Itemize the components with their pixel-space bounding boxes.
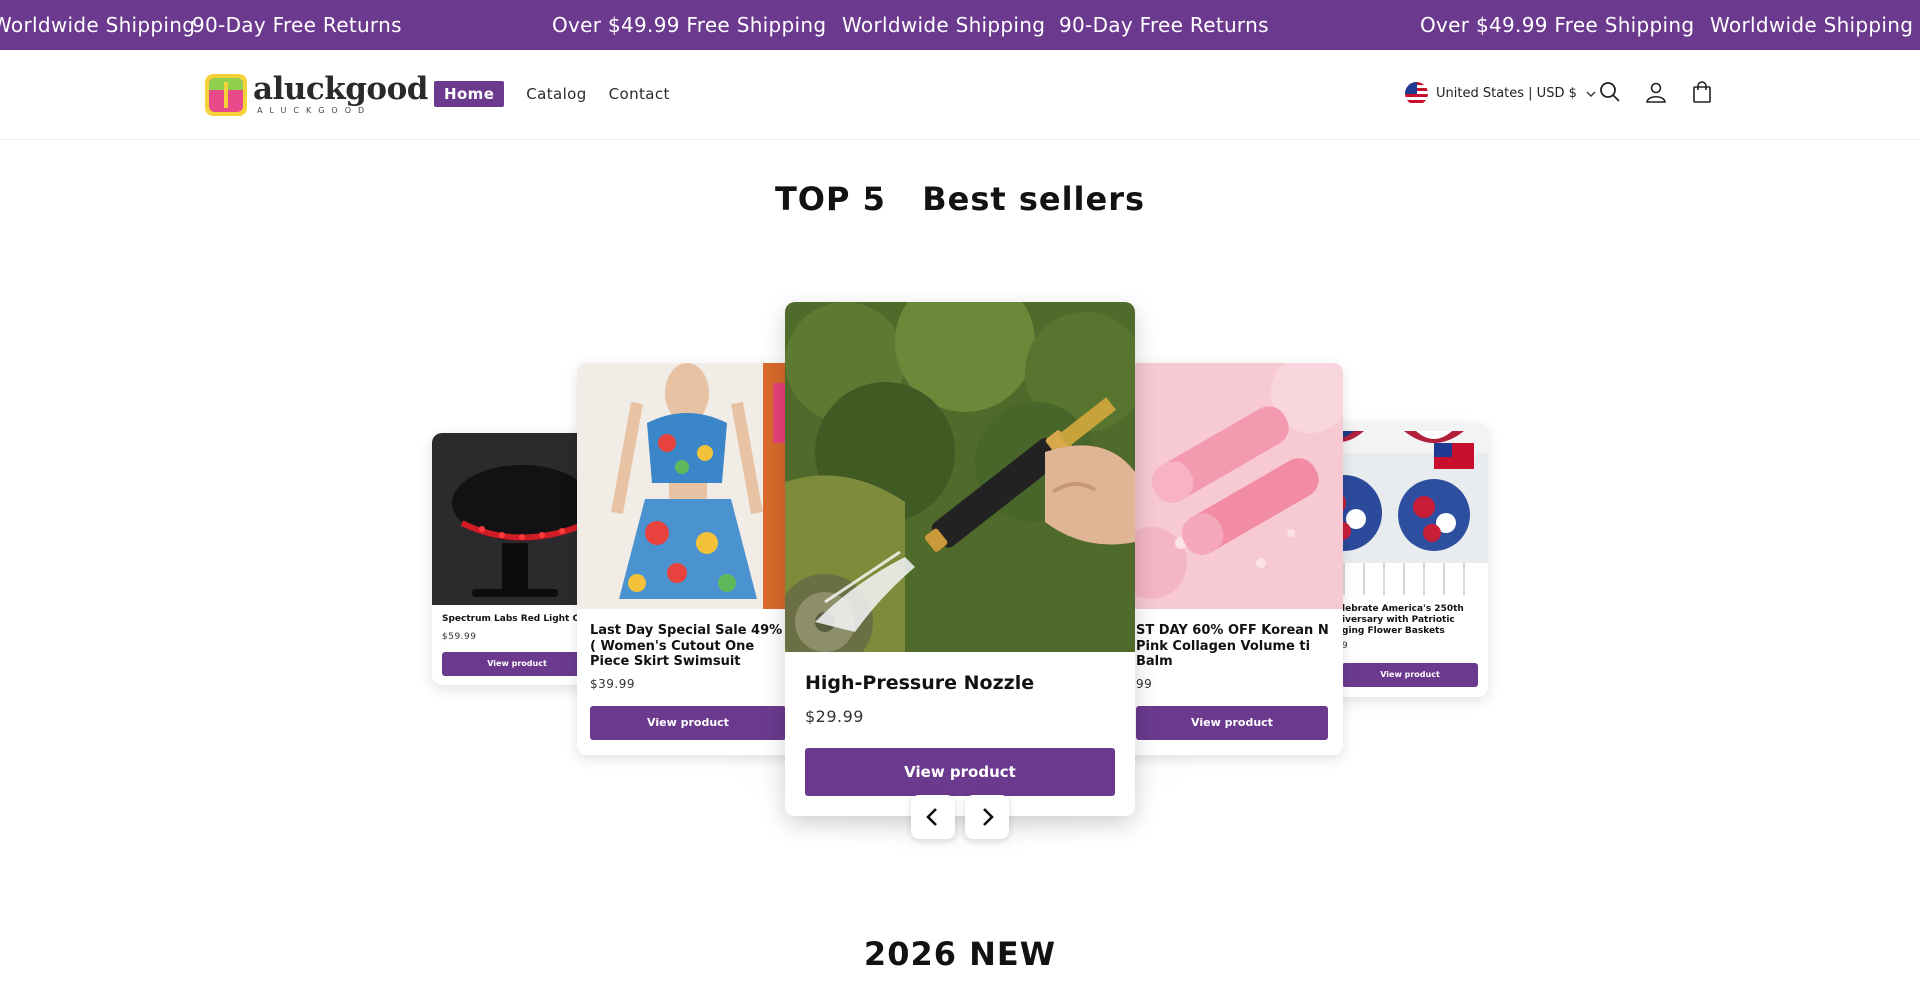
search-icon[interactable] [1598,80,1622,104]
new-section-title: 2026 NEW [863,935,1057,973]
announcement-bar: Worldwide Shipping 90-Day Free Returns O… [0,0,1920,50]
announcement-message: Worldwide Shipping [1710,13,1914,37]
nav-home[interactable]: Home [434,81,505,107]
cart-icon[interactable] [1690,80,1714,104]
locale-label: United States | USD $ [1436,86,1577,101]
carousel-prev-button[interactable] [911,795,955,839]
country-currency-selector[interactable]: United States | USD $ [1405,82,1597,105]
main-nav: Home Catalog Contact [434,81,670,107]
logo-wordmark: aluckgood [253,71,428,107]
header-icons [1598,80,1714,104]
view-product-button[interactable]: View product [1342,663,1478,687]
carousel-next-button[interactable] [965,795,1009,839]
product-price: 99 [1136,677,1153,691]
product-price: $39.99 [590,677,635,691]
logo[interactable]: aluckgood ALUCKGOOD [205,71,428,118]
logo-mark-icon [205,74,247,116]
product-image[interactable] [785,302,1135,652]
chevron-right-icon [983,808,994,826]
logo-subtext: ALUCKGOOD [257,106,372,115]
nav-catalog[interactable]: Catalog [526,85,586,103]
product-name[interactable]: lebrate America's 250th iversary with Pa… [1342,604,1480,636]
account-icon[interactable] [1644,80,1668,104]
chevron-down-icon [1586,91,1596,97]
announcement-message: Over $49.99 Free Shipping [1420,13,1695,37]
product-image[interactable] [1121,363,1343,609]
announcement-message: Over $49.99 Free Shipping [552,13,827,37]
product-price: $59.99 [442,632,477,642]
chevron-left-icon [926,808,937,826]
product-name[interactable]: High-Pressure Nozzle [805,672,1115,695]
us-flag-icon [1405,82,1428,105]
nav-contact[interactable]: Contact [609,85,670,103]
product-name[interactable]: Last Day Special Sale 49% ( Women's Cuto… [590,623,790,670]
product-card[interactable]: ST DAY 60% OFF Korean N Pink Collagen Vo… [1121,363,1343,755]
product-card-featured[interactable]: High-Pressure Nozzle $29.99 View product [785,302,1135,816]
view-product-button[interactable]: View product [590,706,786,740]
announcement-message: 90-Day Free Returns [1059,13,1269,37]
site-header: aluckgood ALUCKGOOD Home Catalog Contact… [0,50,1920,140]
view-product-button[interactable]: View product [1136,706,1328,740]
product-card[interactable]: Last Day Special Sale 49% ( Women's Cuto… [577,363,799,755]
product-name[interactable]: ST DAY 60% OFF Korean N Pink Collagen Vo… [1136,623,1336,670]
announcement-message: Worldwide Shipping [0,13,196,37]
product-image[interactable] [577,363,799,609]
announcement-message: Worldwide Shipping [842,13,1046,37]
view-product-button[interactable]: View product [442,652,592,676]
product-price: $29.99 [805,707,864,726]
bestsellers-title: TOP 5 Best sellers [774,180,1146,218]
announcement-message: 90-Day Free Returns [192,13,402,37]
view-product-button[interactable]: View product [805,748,1115,796]
